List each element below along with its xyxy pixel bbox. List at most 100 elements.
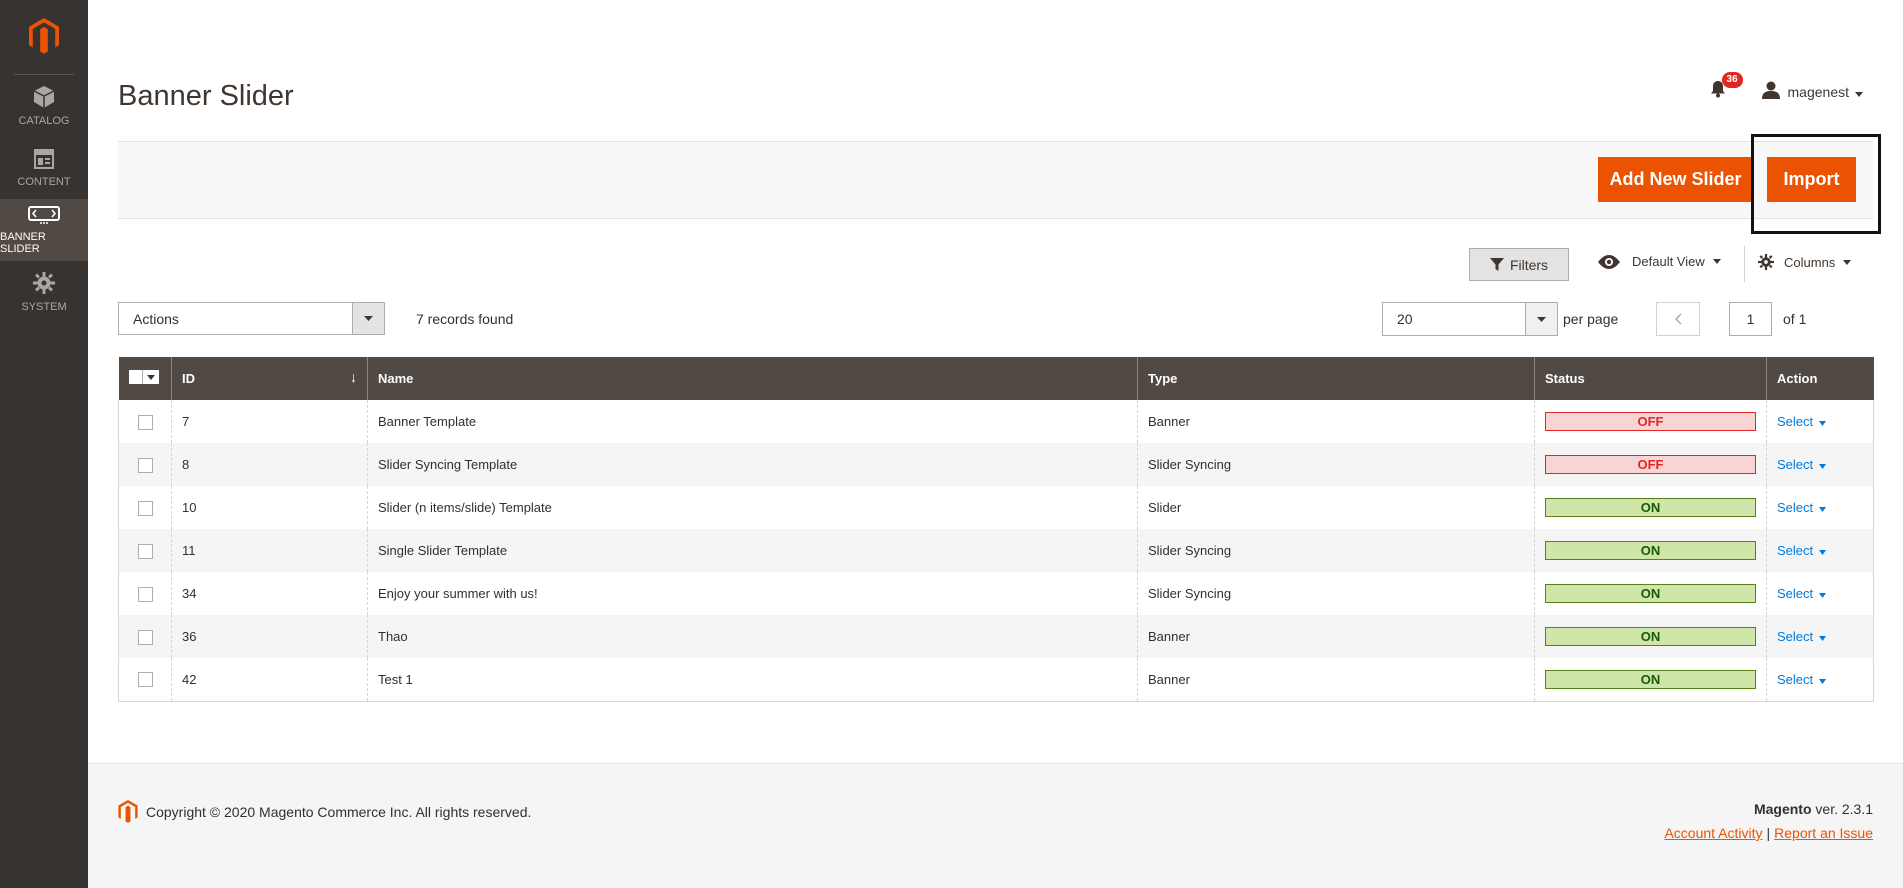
select-all-checkbox[interactable] — [129, 370, 143, 384]
previous-page-button[interactable] — [1656, 302, 1700, 336]
magento-logo[interactable] — [14, 0, 74, 75]
sidebar-item-label: SYSTEM — [21, 300, 67, 313]
table-row[interactable]: 8 Slider Syncing Template Slider Syncing… — [118, 443, 1874, 486]
status-badge: ON — [1545, 584, 1756, 603]
sidebar-item-content[interactable]: CONTENT — [0, 137, 88, 199]
sidebar-item-system[interactable]: SYSTEM — [0, 261, 88, 323]
row-action-select[interactable]: Select — [1777, 414, 1827, 429]
notifications-button[interactable]: 36 — [1710, 72, 1743, 103]
row-action-label: Select — [1777, 414, 1814, 429]
footer-links: Account Activity | Report an Issue — [1664, 825, 1873, 841]
brand-name: Magento — [1753, 801, 1812, 817]
magento-logo-icon — [29, 18, 59, 54]
table-row[interactable]: 42 Test 1 Banner ON Select — [118, 658, 1874, 702]
row-action-select[interactable]: Select — [1777, 629, 1827, 644]
cell-name: Banner Template — [367, 400, 1138, 443]
copyright: Copyright © 2020 Magento Commerce Inc. A… — [118, 800, 531, 823]
cell-id: 36 — [171, 615, 368, 658]
chevron-down-icon — [1819, 457, 1827, 472]
table-row[interactable]: 36 Thao Banner ON Select — [118, 615, 1874, 658]
column-header-status[interactable]: Status — [1534, 357, 1767, 400]
cell-id: 8 — [171, 443, 368, 486]
status-badge: ON — [1545, 669, 1756, 689]
toolbar-divider — [1744, 246, 1745, 282]
chevron-left-icon — [1674, 313, 1682, 325]
chevron-down-icon — [1855, 84, 1863, 100]
row-action-label: Select — [1777, 586, 1814, 601]
page-actions-bar: Add New Slider Import — [118, 141, 1873, 219]
chevron-down-icon — [1819, 629, 1827, 644]
row-checkbox[interactable] — [137, 629, 153, 645]
user-icon — [1761, 81, 1780, 102]
page-title: Banner Slider — [118, 80, 294, 112]
username: magenest — [1787, 83, 1849, 100]
mass-actions-select[interactable]: Actions — [118, 302, 385, 335]
row-checkbox[interactable] — [137, 457, 153, 473]
report-issue-link[interactable]: Report an Issue — [1774, 825, 1873, 841]
columns-label: Columns — [1784, 254, 1836, 270]
user-menu[interactable]: magenest — [1761, 81, 1863, 102]
main-content: Banner Slider 36 magenest Add New Slider… — [88, 0, 1903, 888]
row-action-select[interactable]: Select — [1777, 457, 1827, 472]
row-checkbox[interactable] — [137, 414, 153, 430]
sidebar-item-label: CATALOG — [18, 114, 70, 127]
columns-dropdown[interactable]: Columns — [1758, 254, 1852, 270]
mass-actions-label: Actions — [133, 310, 179, 327]
row-action-select[interactable]: Select — [1777, 671, 1827, 687]
table-row[interactable]: 7 Banner Template Banner OFF Select — [118, 400, 1874, 443]
row-checkbox[interactable] — [137, 586, 153, 602]
chevron-down-icon — [1819, 543, 1827, 558]
row-action-select[interactable]: Select — [1777, 586, 1827, 601]
cube-icon — [33, 85, 55, 111]
cell-type: Banner — [1137, 615, 1535, 658]
column-label: Name — [378, 371, 414, 386]
row-action-select[interactable]: Select — [1777, 543, 1827, 558]
row-action-label: Select — [1777, 500, 1814, 515]
filters-label: Filters — [1509, 256, 1549, 273]
cell-id: 34 — [171, 572, 368, 615]
cell-name: Slider Syncing Template — [367, 443, 1138, 486]
table-row[interactable]: 10 Slider (n items/slide) Template Slide… — [118, 486, 1874, 529]
chevron-down-icon — [1819, 672, 1827, 687]
table-row[interactable]: 11 Single Slider Template Slider Syncing… — [118, 529, 1874, 572]
column-header-id[interactable]: ID ↓ — [171, 357, 368, 400]
row-checkbox[interactable] — [137, 500, 153, 516]
cell-type: Slider Syncing — [1137, 572, 1535, 615]
sidebar-item-catalog[interactable]: CATALOG — [0, 75, 88, 137]
row-action-label: Select — [1777, 671, 1814, 687]
mass-select-checkbox[interactable] — [128, 370, 159, 384]
column-header-action: Action — [1766, 357, 1874, 400]
account-activity-link[interactable]: Account Activity — [1664, 825, 1762, 841]
row-checkbox[interactable] — [137, 543, 153, 559]
current-page-input[interactable] — [1729, 302, 1772, 336]
add-new-slider-button[interactable]: Add New Slider — [1598, 157, 1753, 202]
notification-count-badge: 36 — [1721, 72, 1743, 88]
cell-type: Banner — [1137, 400, 1535, 443]
cell-id: 10 — [171, 486, 368, 529]
slider-grid: ID ↓ Name Type Status Action 7 Banner Te… — [118, 357, 1874, 702]
table-row[interactable]: 34 Enjoy your summer with us! Slider Syn… — [118, 572, 1874, 615]
magento-logo-icon — [118, 800, 138, 823]
column-label: Status — [1545, 371, 1585, 386]
cell-id: 7 — [171, 400, 368, 443]
per-page-value: 20 — [1397, 311, 1413, 327]
chevron-down-icon — [352, 303, 384, 334]
cell-id: 42 — [171, 658, 368, 702]
status-badge: OFF — [1545, 412, 1756, 431]
column-header-type[interactable]: Type — [1137, 357, 1535, 400]
slider-icon — [28, 205, 60, 227]
row-action-label: Select — [1777, 457, 1814, 472]
sidebar-item-banner-slider[interactable]: BANNER SLIDER — [0, 199, 88, 261]
column-header-name[interactable]: Name — [367, 357, 1138, 400]
row-action-select[interactable]: Select — [1777, 500, 1827, 515]
default-view-dropdown[interactable]: Default View — [1598, 254, 1721, 269]
sidebar-item-label: BANNER SLIDER — [0, 230, 46, 255]
filters-button[interactable]: Filters — [1469, 248, 1569, 281]
row-checkbox[interactable] — [137, 672, 153, 688]
view-label: Default View — [1632, 254, 1705, 269]
per-page-select[interactable]: 20 — [1382, 302, 1558, 336]
chevron-down-icon — [1819, 500, 1827, 515]
link-separator: | — [1766, 825, 1771, 841]
copyright-text: Copyright © 2020 Magento Commerce Inc. A… — [146, 803, 532, 820]
cell-type: Slider — [1137, 486, 1535, 529]
